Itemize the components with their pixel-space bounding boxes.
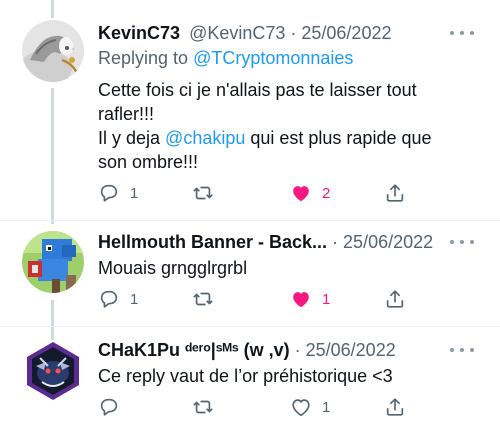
thread-line xyxy=(51,300,54,340)
retweet-button[interactable] xyxy=(192,181,214,205)
reply-button[interactable]: 1 xyxy=(98,287,138,311)
share-button[interactable] xyxy=(384,395,406,419)
retweet-button[interactable] xyxy=(192,287,214,311)
tweet-text: Ce reply vaut de l’or préhistorique <3 xyxy=(98,366,393,386)
like-button[interactable]: 1 xyxy=(290,287,330,311)
more-icon[interactable] xyxy=(450,340,474,360)
user-handle[interactable]: @KevinC73 xyxy=(189,23,285,43)
timestamp[interactable]: 25/06/2022 xyxy=(301,23,391,43)
thread-line xyxy=(51,0,54,18)
share-button[interactable] xyxy=(384,181,406,205)
tweet-header: Hellmouth Banner - Back... · 25/06/2022 xyxy=(98,230,464,254)
avatar[interactable] xyxy=(22,340,84,402)
tweet-header: CHaK1Pu ᵈᵉʳᵒ|ˢᴹˢ (w ,v) · 25/06/2022 xyxy=(98,338,464,362)
share-button[interactable] xyxy=(384,287,406,311)
tweet-text: Cette fois ci je n'allais pas te laisser… xyxy=(98,78,480,174)
share-icon xyxy=(386,398,404,416)
reply-count: 1 xyxy=(130,290,139,308)
tweet-header: KevinC73 @KevinC73 · 25/06/2022 xyxy=(98,21,464,45)
reply-icon xyxy=(100,290,118,308)
display-name[interactable]: Hellmouth Banner - Back... xyxy=(98,232,327,252)
like-count: 1 xyxy=(322,290,331,308)
share-icon xyxy=(386,290,404,308)
divider xyxy=(0,326,500,327)
like-count: 2 xyxy=(322,184,331,202)
tweet-line: Cette fois ci je n'allais pas te laisser… xyxy=(98,80,417,100)
timestamp[interactable]: 25/06/2022 xyxy=(306,340,396,360)
more-icon[interactable] xyxy=(450,232,474,252)
retweet-icon xyxy=(193,400,213,414)
heart-icon xyxy=(293,186,309,202)
like-button[interactable]: 2 xyxy=(290,181,330,205)
display-name[interactable]: KevinC73 xyxy=(98,23,180,43)
reply-icon xyxy=(100,398,118,416)
retweet-button[interactable] xyxy=(192,395,214,419)
reply-button[interactable] xyxy=(98,395,130,419)
more-icon[interactable] xyxy=(450,23,474,43)
tweet-text: Mouais grngglrgrbl xyxy=(98,258,248,278)
reply-count: 1 xyxy=(130,184,139,202)
timestamp[interactable]: 25/06/2022 xyxy=(343,232,433,252)
share-icon xyxy=(386,184,404,202)
divider xyxy=(0,220,500,221)
heart-icon xyxy=(293,292,309,308)
tweet-actions: 1 1 xyxy=(98,287,480,311)
retweet-icon xyxy=(193,292,213,306)
line-text: Il y deja xyxy=(98,128,166,148)
reply-button[interactable]: 1 xyxy=(98,181,138,205)
tweet-line: rafler!!! xyxy=(98,104,155,124)
replying-label: Replying to xyxy=(98,48,194,68)
avatar[interactable] xyxy=(22,231,84,293)
like-count: 1 xyxy=(322,398,331,416)
heart-outline-icon xyxy=(292,399,310,417)
separator: · xyxy=(289,340,306,360)
reply-icon xyxy=(100,184,118,202)
like-button[interactable]: 1 xyxy=(290,395,330,419)
replying-to-mention[interactable]: @TCryptomonnaies xyxy=(193,48,353,68)
separator: · xyxy=(285,23,302,43)
retweet-icon xyxy=(193,186,213,200)
tweet-line: son ombre!!! xyxy=(98,152,199,172)
thread-line xyxy=(51,88,54,224)
tweet-line: Il y deja @chakipu qui est plus rapide q… xyxy=(98,126,480,150)
line-text: qui est plus rapide que xyxy=(245,128,432,148)
tweet-actions: 1 2 xyxy=(98,181,480,205)
replying-to: Replying to @TCryptomonnaies xyxy=(98,46,353,70)
mention-link[interactable]: @chakipu xyxy=(165,128,245,148)
display-name[interactable]: CHaK1Pu ᵈᵉʳᵒ|ˢᴹˢ (w ,v) xyxy=(98,340,290,360)
avatar[interactable] xyxy=(22,20,84,82)
separator: · xyxy=(327,232,344,252)
tweet-actions: 1 xyxy=(98,395,480,419)
